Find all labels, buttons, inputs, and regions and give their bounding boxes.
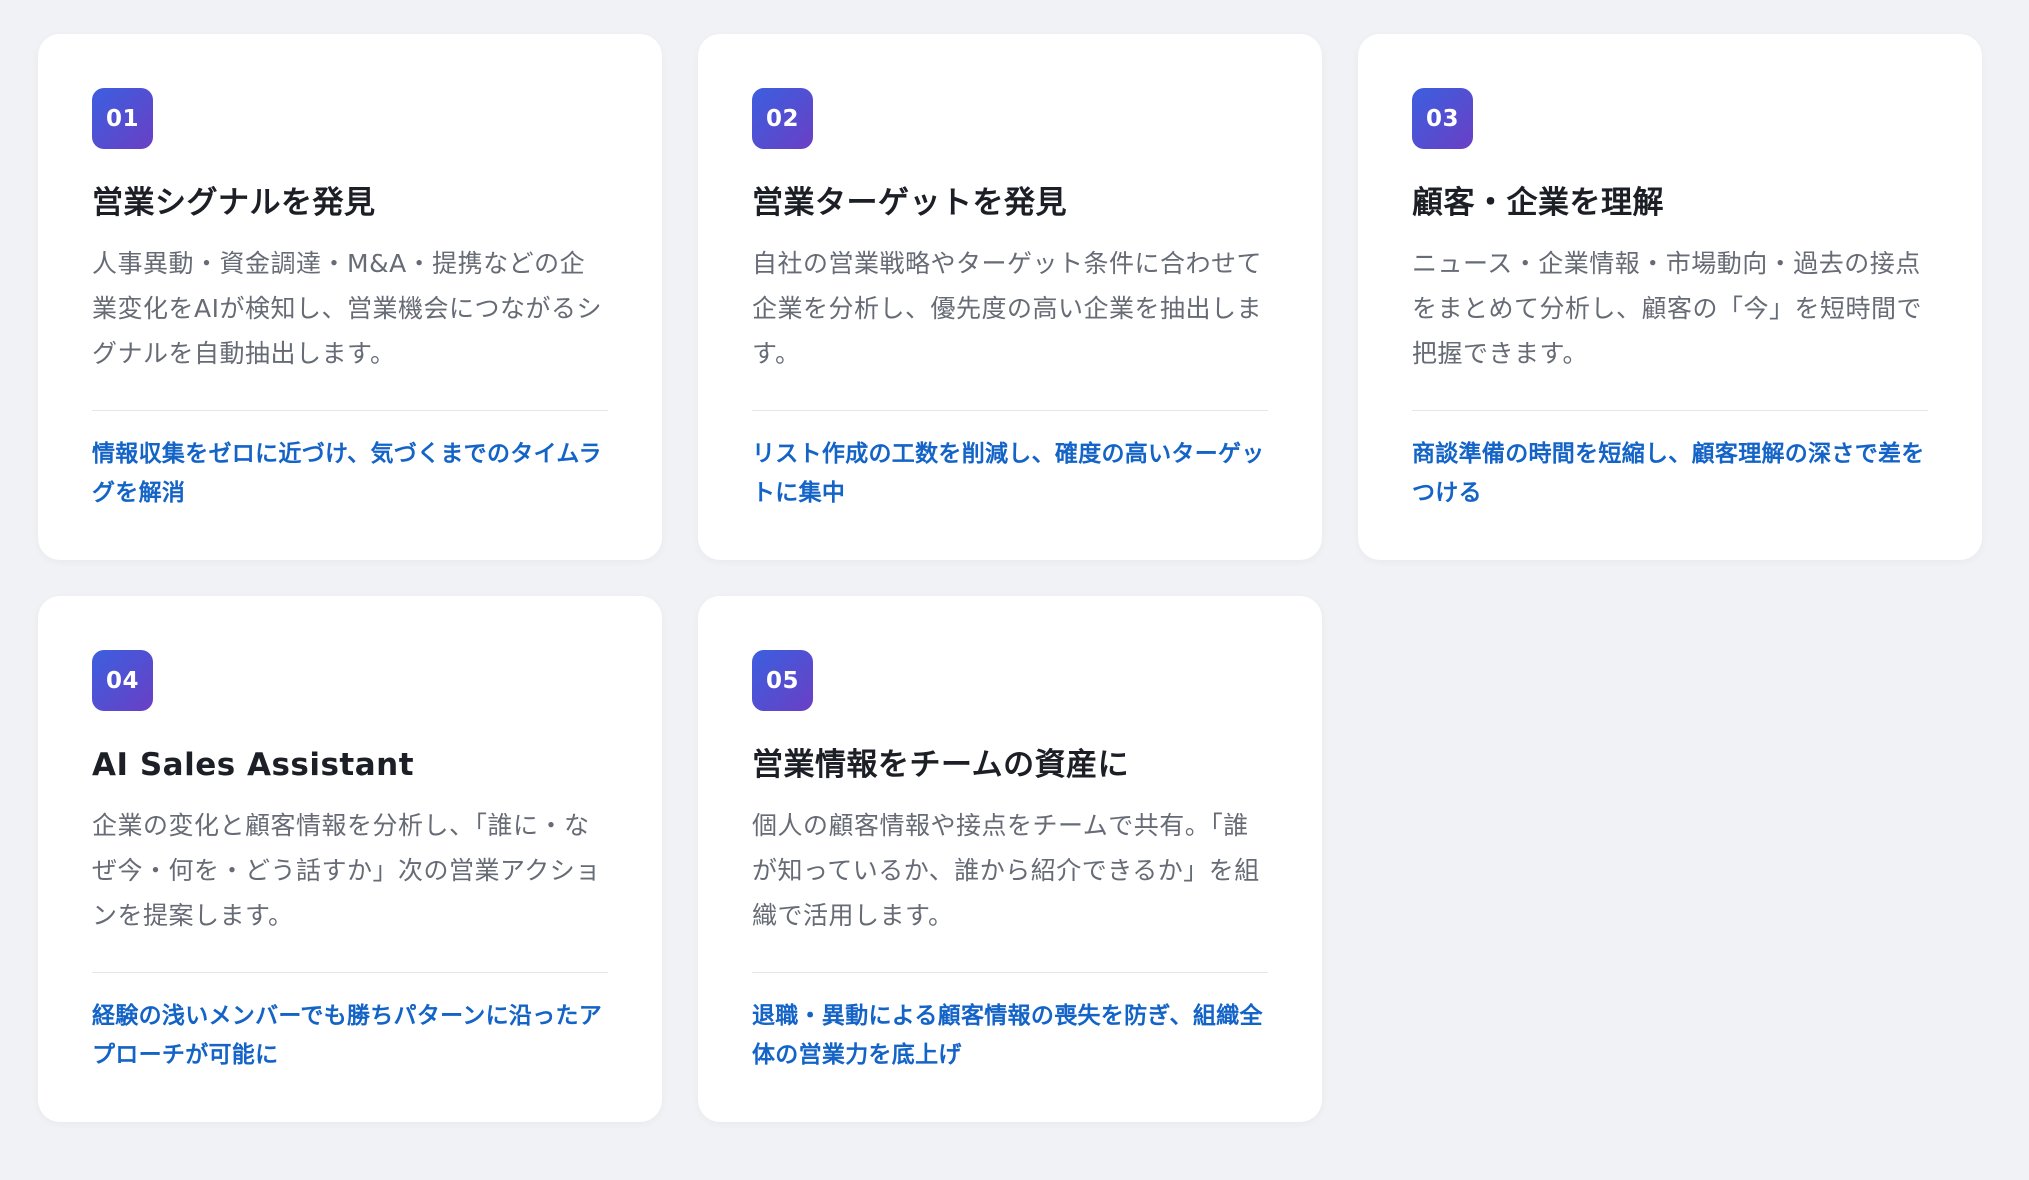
card-benefit: 情報収集をゼロに近づけ、気づくまでのタイムラグを解消 bbox=[92, 441, 602, 507]
feature-card-target: 02 営業ターゲットを発見 自社の営業戦略やターゲット条件に合わせて企業を分析し… bbox=[698, 34, 1322, 560]
card-divider bbox=[752, 972, 1268, 974]
card-title: 営業情報をチームの資産に bbox=[752, 747, 1130, 783]
card-title: 営業ターゲットを発見 bbox=[752, 185, 1067, 221]
card-number-badge: 01 bbox=[92, 88, 153, 149]
card-number-badge: 02 bbox=[752, 88, 813, 149]
card-divider bbox=[1412, 410, 1928, 412]
card-benefit: 商談準備の時間を短縮し、顧客理解の深さで差をつける bbox=[1412, 441, 1925, 507]
card-title: AI Sales Assistant bbox=[92, 747, 415, 783]
card-description: 個人の顧客情報や接点をチームで共有。「誰が知っているか、誰から紹介できるか」を組… bbox=[752, 811, 1260, 931]
card-title: 顧客・企業を理解 bbox=[1412, 185, 1664, 221]
feature-card-understand: 03 顧客・企業を理解 ニュース・企業情報・市場動向・過去の接点をまとめて分析し… bbox=[1358, 34, 1982, 560]
card-number-badge: 05 bbox=[752, 650, 813, 711]
card-benefit: リスト作成の工数を削減し、確度の高いターゲットに集中 bbox=[752, 441, 1265, 507]
feature-card-signal: 01 営業シグナルを発見 人事異動・資金調達・M&A・提携などの企業変化をAIが… bbox=[38, 34, 662, 560]
card-description: 自社の営業戦略やターゲット条件に合わせて企業を分析し、優先度の高い企業を抽出しま… bbox=[752, 249, 1263, 369]
feature-card-team-asset: 05 営業情報をチームの資産に 個人の顧客情報や接点をチームで共有。「誰が知って… bbox=[698, 596, 1322, 1122]
card-benefit: 経験の浅いメンバーでも勝ちパターンに沿ったアプローチが可能に bbox=[92, 1003, 603, 1069]
card-description: 企業の変化と顧客情報を分析し、「誰に・なぜ今・何を・どう話すか」次の営業アクショ… bbox=[92, 811, 601, 931]
feature-card-assistant: 04 AI Sales Assistant 企業の変化と顧客情報を分析し、「誰に… bbox=[38, 596, 662, 1122]
feature-card-grid: 01 営業シグナルを発見 人事異動・資金調達・M&A・提携などの企業変化をAIが… bbox=[38, 34, 1982, 1122]
card-divider bbox=[752, 410, 1268, 412]
card-description: 人事異動・資金調達・M&A・提携などの企業変化をAIが検知し、営業機会につながる… bbox=[92, 249, 602, 369]
card-number-badge: 04 bbox=[92, 650, 153, 711]
card-number-badge: 03 bbox=[1412, 88, 1473, 149]
card-title: 営業シグナルを発見 bbox=[92, 185, 376, 221]
card-benefit: 退職・異動による顧客情報の喪失を防ぎ、組織全体の営業力を底上げ bbox=[752, 1003, 1263, 1069]
card-divider bbox=[92, 410, 608, 412]
card-divider bbox=[92, 972, 608, 974]
card-description: ニュース・企業情報・市場動向・過去の接点をまとめて分析し、顧客の「今」を短時間で… bbox=[1412, 249, 1923, 369]
